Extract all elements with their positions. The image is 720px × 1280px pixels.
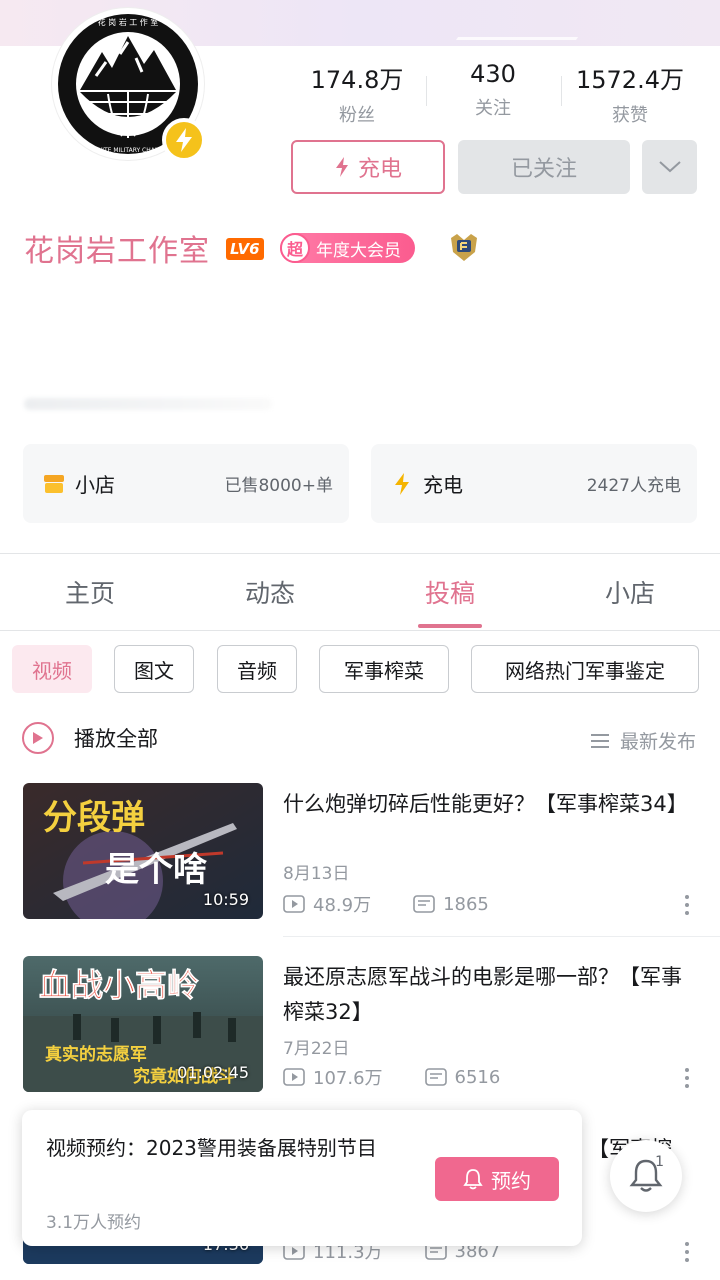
stat-fans-label: 粉丝: [339, 105, 375, 126]
stat-likes-value: 1572.4万: [576, 66, 684, 94]
reservation-title: 视频预约：2023警用装备展特别节目: [46, 1136, 377, 1160]
list-icon: [590, 733, 609, 748]
more-icon[interactable]: [684, 1068, 690, 1088]
level-badge: LV6: [226, 238, 264, 260]
play-circle-icon: [22, 722, 54, 754]
stat-likes[interactable]: 1572.4万 获赞: [565, 60, 695, 127]
avatar-ring-text: 花 岗 岩 工 作 室: [98, 17, 159, 27]
signature-placeholder: [24, 398, 272, 410]
play-all-button[interactable]: 播放全部: [22, 722, 158, 754]
sort-button[interactable]: 最新发布: [590, 727, 696, 754]
stat-divider: [561, 76, 562, 106]
video-date: 7月22日: [283, 1039, 350, 1059]
video-comments: 1865: [443, 893, 489, 915]
bell-icon: [463, 1169, 483, 1190]
shop-card[interactable]: 小店 已售8000+单: [23, 444, 349, 523]
chevron-down-icon: [658, 161, 681, 173]
shop-card-meta: 已售8000+单: [224, 476, 333, 496]
thumb-text: 血战小高岭: [39, 966, 199, 1004]
shop-card-title: 小店: [75, 473, 115, 497]
charge-card-meta: 2427人充电: [586, 476, 681, 496]
reserve-button-label: 预约: [491, 1168, 531, 1193]
vip-badge[interactable]: 超 年度大会员: [280, 233, 415, 263]
stat-divider: [426, 76, 427, 106]
video-views: 48.9万: [313, 895, 372, 916]
stat-fans-value: 174.8万: [310, 66, 404, 94]
stat-following-value: 430: [470, 60, 516, 88]
medal-icon[interactable]: [447, 230, 481, 264]
stat-following[interactable]: 430 关注: [428, 60, 558, 120]
chip-video[interactable]: 视频: [12, 645, 92, 693]
reservation-popup[interactable]: 视频预约：2023警用装备展特别节目 3.1万人预约 预约: [22, 1110, 582, 1246]
play-all-label: 播放全部: [74, 727, 158, 751]
reserve-button[interactable]: 预约: [435, 1157, 559, 1201]
thumb-text: 是个啥: [105, 850, 207, 890]
charge-card-title: 充电: [423, 473, 463, 497]
lightning-icon: [389, 471, 415, 497]
play-count-icon: [283, 895, 305, 913]
more-dropdown-button[interactable]: [642, 140, 697, 194]
video-comments: 6516: [454, 1066, 501, 1088]
reservation-count: 3.1万人预约: [46, 1213, 142, 1233]
divider: [283, 936, 720, 937]
lightning-icon: [335, 157, 348, 177]
shop-icon: [41, 471, 67, 497]
followed-button[interactable]: 已关注: [458, 140, 630, 194]
tab-home[interactable]: 主页: [0, 556, 180, 630]
video-title[interactable]: 什么炮弹切碎后性能更好？【军事榨菜34】: [283, 787, 693, 822]
profile-name: 花岗岩工作室: [24, 234, 210, 269]
followed-button-label: 已关注: [510, 157, 577, 182]
video-title[interactable]: 最还原志愿军战斗的电影是哪一部？【军事榨菜32】: [283, 960, 693, 1030]
comment-icon: [413, 895, 435, 913]
sort-label: 最新发布: [619, 731, 696, 753]
more-icon[interactable]: [684, 895, 690, 915]
comment-icon: [424, 1068, 447, 1086]
play-count-icon: [283, 1068, 305, 1086]
thumb-text: 真实的志愿军: [45, 1044, 147, 1065]
more-icon[interactable]: [684, 1242, 690, 1262]
verified-lightning-icon: [162, 118, 206, 162]
list-item[interactable]: 血战小高岭 真实的志愿军 究竟如何战斗 01:02:45 最还原志愿军战斗的电影…: [0, 956, 720, 1106]
video-thumbnail[interactable]: 分段弹 是个啥 10:59: [23, 783, 263, 919]
chip-audio[interactable]: 音频: [217, 645, 297, 693]
video-thumbnail[interactable]: 血战小高岭 真实的志愿军 究竟如何战斗 01:02:45: [23, 956, 263, 1092]
charge-button[interactable]: 充电: [291, 140, 445, 194]
video-views: 107.6万: [313, 1068, 383, 1089]
profile-tabs: 主页 动态 投稿 小店: [0, 556, 720, 630]
list-item[interactable]: 分段弹 是个啥 10:59 什么炮弹切碎后性能更好？【军事榨菜34】 8月13日…: [0, 783, 720, 937]
bell-count: 1: [655, 1154, 664, 1170]
stat-following-label: 关注: [475, 98, 511, 119]
tab-shop[interactable]: 小店: [540, 556, 720, 630]
vip-label: 年度大会员: [316, 240, 401, 261]
thumb-text: 分段弹: [43, 798, 145, 838]
video-duration: 10:59: [202, 890, 249, 909]
charge-card[interactable]: 充电 2427人充电: [371, 444, 697, 523]
stat-fans[interactable]: 174.8万 粉丝: [292, 60, 422, 127]
chip-military-review[interactable]: 网络热门军事鉴定: [471, 645, 699, 693]
chip-image-text[interactable]: 图文: [114, 645, 194, 693]
tab-submissions[interactable]: 投稿: [360, 556, 540, 630]
avatar-lower-text: GRANITE MILITARY CHANNEL: [85, 147, 172, 154]
charge-button-label: 充电: [357, 157, 402, 182]
divider: [0, 553, 720, 554]
video-stats: 48.9万 1865: [283, 891, 531, 917]
video-duration: 01:02:45: [177, 1063, 249, 1082]
notification-bell-button[interactable]: 1: [610, 1140, 682, 1212]
chip-military-zhacai[interactable]: 军事榨菜: [319, 645, 449, 693]
video-date: 8月13日: [283, 864, 350, 884]
video-stats: 107.6万 6516: [283, 1064, 542, 1090]
stat-likes-label: 获赞: [612, 105, 648, 126]
vip-prefix: 超: [280, 233, 310, 263]
tab-dynamic[interactable]: 动态: [180, 556, 360, 630]
divider: [0, 630, 720, 631]
